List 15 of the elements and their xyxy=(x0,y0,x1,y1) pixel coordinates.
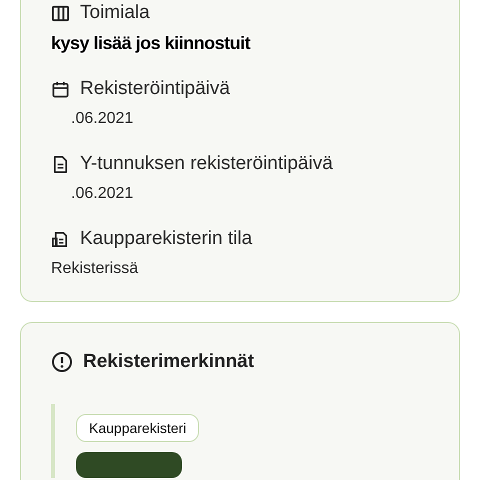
field-label: Y-tunnuksen rekisteröintipäivä xyxy=(80,152,333,176)
field-value: Rekisterissä xyxy=(51,259,140,279)
alert-icon xyxy=(51,351,73,373)
table-icon xyxy=(51,4,70,22)
field-label: Toimiala xyxy=(80,1,150,25)
newspaper-icon xyxy=(51,230,70,248)
card-title: Rekisterimerkinnät xyxy=(83,350,254,374)
overlay-caption: kysy lisää jos kiinnostuit xyxy=(51,33,250,54)
field-label: Rekisteröintipäivä xyxy=(80,77,230,101)
register-tag: Kaupparekisteri xyxy=(76,414,200,442)
field-value: .06.2021 xyxy=(71,109,134,129)
field-value: .06.2021 xyxy=(71,184,134,204)
document-icon xyxy=(51,154,70,174)
field-label: Kaupparekisterin tila xyxy=(80,227,252,251)
calendar-icon xyxy=(51,80,70,98)
